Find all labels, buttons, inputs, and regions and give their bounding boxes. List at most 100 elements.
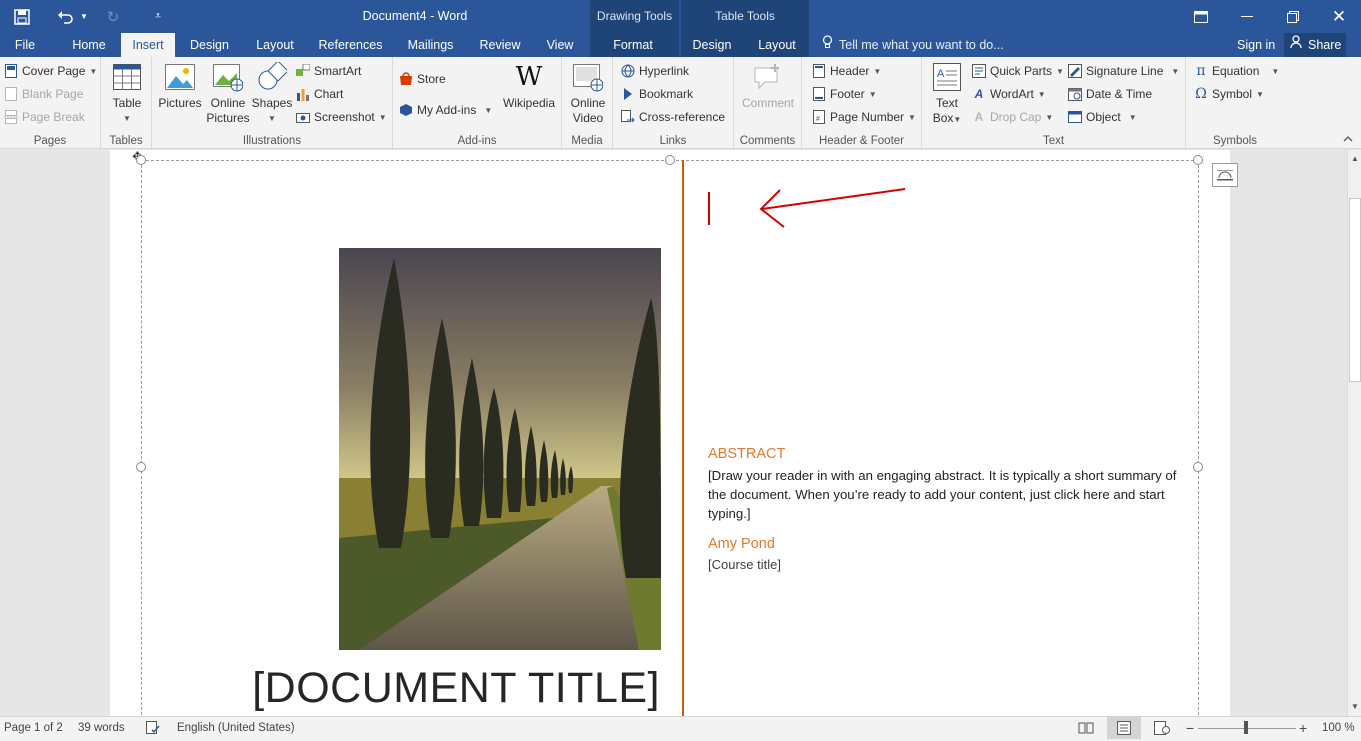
customize-qat-icon[interactable]: ⩡ [146,0,170,33]
read-mode-icon[interactable] [1078,721,1094,735]
cover-page-label: Cover Page [22,64,86,78]
zoom-level[interactable]: 100 % [1322,717,1355,741]
collapse-ribbon-icon[interactable] [1343,133,1353,145]
sign-in-link[interactable]: Sign in [1237,33,1275,57]
scroll-thumb[interactable] [1349,198,1361,382]
word-count[interactable]: 39 words [78,717,125,741]
table-button[interactable]: Table ▼ [105,61,149,126]
tab-insert[interactable]: Insert [121,33,175,57]
quick-parts-label: Quick Parts [990,64,1053,78]
page-break-button[interactable]: Page Break [4,107,85,127]
tab-file[interactable]: File [4,33,46,57]
resize-handle-middle-right[interactable] [1193,462,1203,472]
document-title-placeholder[interactable]: [DOCUMENT TITLE] [220,664,660,713]
zoom-out-icon[interactable]: − [1186,717,1194,741]
zoom-slider-thumb[interactable] [1244,721,1248,734]
footer-button[interactable]: Footer ▼ [812,84,877,104]
course-title[interactable]: [Course title] [708,557,781,572]
tab-view[interactable]: View [536,33,584,57]
drop-cap-button[interactable]: A Drop Cap ▼ [972,107,1054,127]
online-pictures-button[interactable]: Online Pictures [204,61,252,126]
language[interactable]: English (United States) [177,717,295,741]
tab-home[interactable]: Home [62,33,116,57]
wordart-label: WordArt [990,87,1034,101]
tab-table-design[interactable]: Design [686,33,738,57]
symbol-button[interactable]: Ω Symbol ▼ [1194,84,1264,104]
redo-icon[interactable]: ↻ [100,0,126,33]
bookmark-button[interactable]: Bookmark [621,84,693,104]
cover-layout-table[interactable]: ✥ [132,150,1203,716]
undo-icon[interactable] [52,0,78,33]
tab-table-layout[interactable]: Layout [750,33,804,57]
author-name[interactable]: Amy Pond [708,536,775,552]
chart-button[interactable]: Chart [296,84,343,104]
tab-mailings[interactable]: Mailings [397,33,464,57]
layout-options-icon[interactable] [1212,163,1238,187]
tab-review[interactable]: Review [473,33,527,57]
page-number-button[interactable]: # Page Number ▼ [812,107,916,127]
undo-dropdown-icon[interactable]: ▼ [78,0,90,33]
pictures-button[interactable]: Pictures [156,61,204,111]
tab-format[interactable]: Format [600,33,666,57]
tell-me-search[interactable]: Tell me what you want to do... [822,33,1004,57]
group-text: A Text Box▼ Quick Parts ▼ A WordArt ▼ A Dr… [922,57,1186,149]
save-icon[interactable] [6,0,38,33]
scroll-up-icon[interactable]: ▲ [1348,152,1361,166]
tab-design[interactable]: Design [182,33,237,57]
column-divider-line [682,160,684,716]
shapes-button[interactable]: Shapes ▼ [250,61,294,126]
blank-page-button[interactable]: Blank Page [4,84,83,104]
share-button[interactable]: Share [1284,33,1346,57]
vertical-scrollbar[interactable]: ▲ ▼ [1347,150,1361,716]
group-label-header-footer: Header & Footer [818,135,904,147]
page[interactable]: ✥ [110,150,1238,716]
my-addins-button[interactable]: My Add-ins ▼ [399,100,492,120]
ribbon-insert: Cover Page ▼ Blank Page Page Break Pages … [0,57,1361,149]
restore-icon[interactable] [1270,0,1316,33]
zoom-in-icon[interactable]: + [1299,717,1307,741]
quick-parts-button[interactable]: Quick Parts ▼ [972,61,1064,81]
date-time-button[interactable]: Date & Time [1068,84,1152,104]
print-layout-icon[interactable] [1107,717,1141,739]
online-video-button[interactable]: Online Video [565,61,611,126]
object-button[interactable]: Object ▼ [1068,107,1137,127]
minimize-icon[interactable] [1224,0,1270,33]
footer-icon [812,87,826,101]
text-box-button[interactable]: A Text Box▼ [926,61,968,127]
signature-line-button[interactable]: Signature Line ▼ [1068,61,1179,81]
proofing-icon[interactable] [146,721,160,735]
comment-button[interactable]: Comment [738,61,798,111]
abstract-heading[interactable]: ABSTRACT [708,446,785,462]
blank-page-label: Blank Page [22,87,84,101]
wordart-button[interactable]: A WordArt ▼ [972,84,1046,104]
chart-icon [296,87,310,101]
cover-photo-cypress-road[interactable] [339,248,661,650]
store-button[interactable]: Store [399,69,446,89]
ribbon-tabs: File Home Insert Design Layout Reference… [0,33,1361,57]
tab-references[interactable]: References [313,33,388,57]
close-icon[interactable]: ✕ [1316,0,1361,33]
cover-page-button[interactable]: Cover Page ▼ [4,61,97,81]
web-layout-icon[interactable] [1154,721,1170,735]
smartart-button[interactable]: SmartArt [296,61,361,81]
group-label-illustrations: Illustrations [242,135,302,147]
tab-layout[interactable]: Layout [248,33,302,57]
page-count[interactable]: Page 1 of 2 [4,717,63,741]
resize-handle-top-left[interactable] [136,155,146,165]
cross-reference-button[interactable]: Cross-reference [621,107,725,127]
scroll-down-icon[interactable]: ▼ [1348,700,1361,714]
screenshot-button[interactable]: Screenshot ▼ [296,107,387,127]
smartart-label: SmartArt [314,64,362,78]
abstract-body[interactable]: [Draw your reader in with an engaging ab… [708,466,1188,523]
hyperlink-button[interactable]: Hyperlink [621,61,689,81]
object-label: Object [1086,110,1121,124]
resize-handle-top-center[interactable] [665,155,675,165]
equation-button[interactable]: π Equation ▼ [1194,61,1279,81]
resize-handle-middle-left[interactable] [136,462,146,472]
page-number-label: Page Number [830,110,905,124]
resize-handle-top-right[interactable] [1193,155,1203,165]
ribbon-display-options-icon[interactable] [1178,0,1224,33]
wikipedia-button[interactable]: W Wikipedia [499,61,559,111]
store-label: Store [417,72,446,86]
header-button[interactable]: Header ▼ [812,61,881,81]
